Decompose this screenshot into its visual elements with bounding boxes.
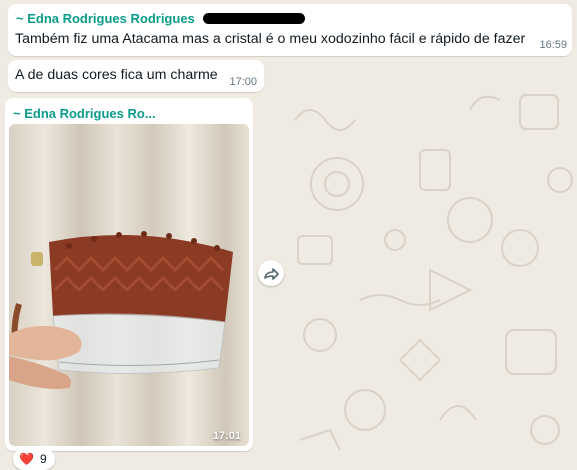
message-text: Também fiz uma Atacama mas a cristal é o… [15, 31, 526, 47]
reaction-badge[interactable]: ❤️ 9 [13, 448, 55, 470]
sender-name[interactable]: ~ Edna Rodrigues Rodrigues [16, 11, 195, 26]
message-time: 16:59 [539, 39, 567, 51]
redacted-phone [203, 13, 306, 25]
heart-icon: ❤️ [19, 452, 34, 466]
forward-icon [264, 268, 279, 280]
message-bubble-2[interactable]: A de duas cores fica um charme 17:00 [8, 60, 264, 92]
message-photo[interactable]: 17:01 [9, 124, 249, 446]
photo-time: 17:01 [212, 430, 241, 442]
reaction-count: 9 [39, 452, 47, 466]
sender-name[interactable]: ~ Edna Rodrigues Ro... [13, 106, 156, 121]
message-time: 17:00 [229, 76, 257, 88]
forward-button[interactable] [258, 260, 284, 286]
sender-row: ~ Edna Rodrigues Rodrigues [16, 10, 306, 28]
message-text: A de duas cores fica um charme [15, 67, 218, 83]
macrame-bag-photo [9, 124, 249, 446]
message-bubble-1[interactable]: ~ Edna Rodrigues Rodrigues Também fiz um… [8, 4, 572, 56]
image-message-bubble[interactable]: ~ Edna Rodrigues Ro... 17:01 [5, 98, 253, 451]
